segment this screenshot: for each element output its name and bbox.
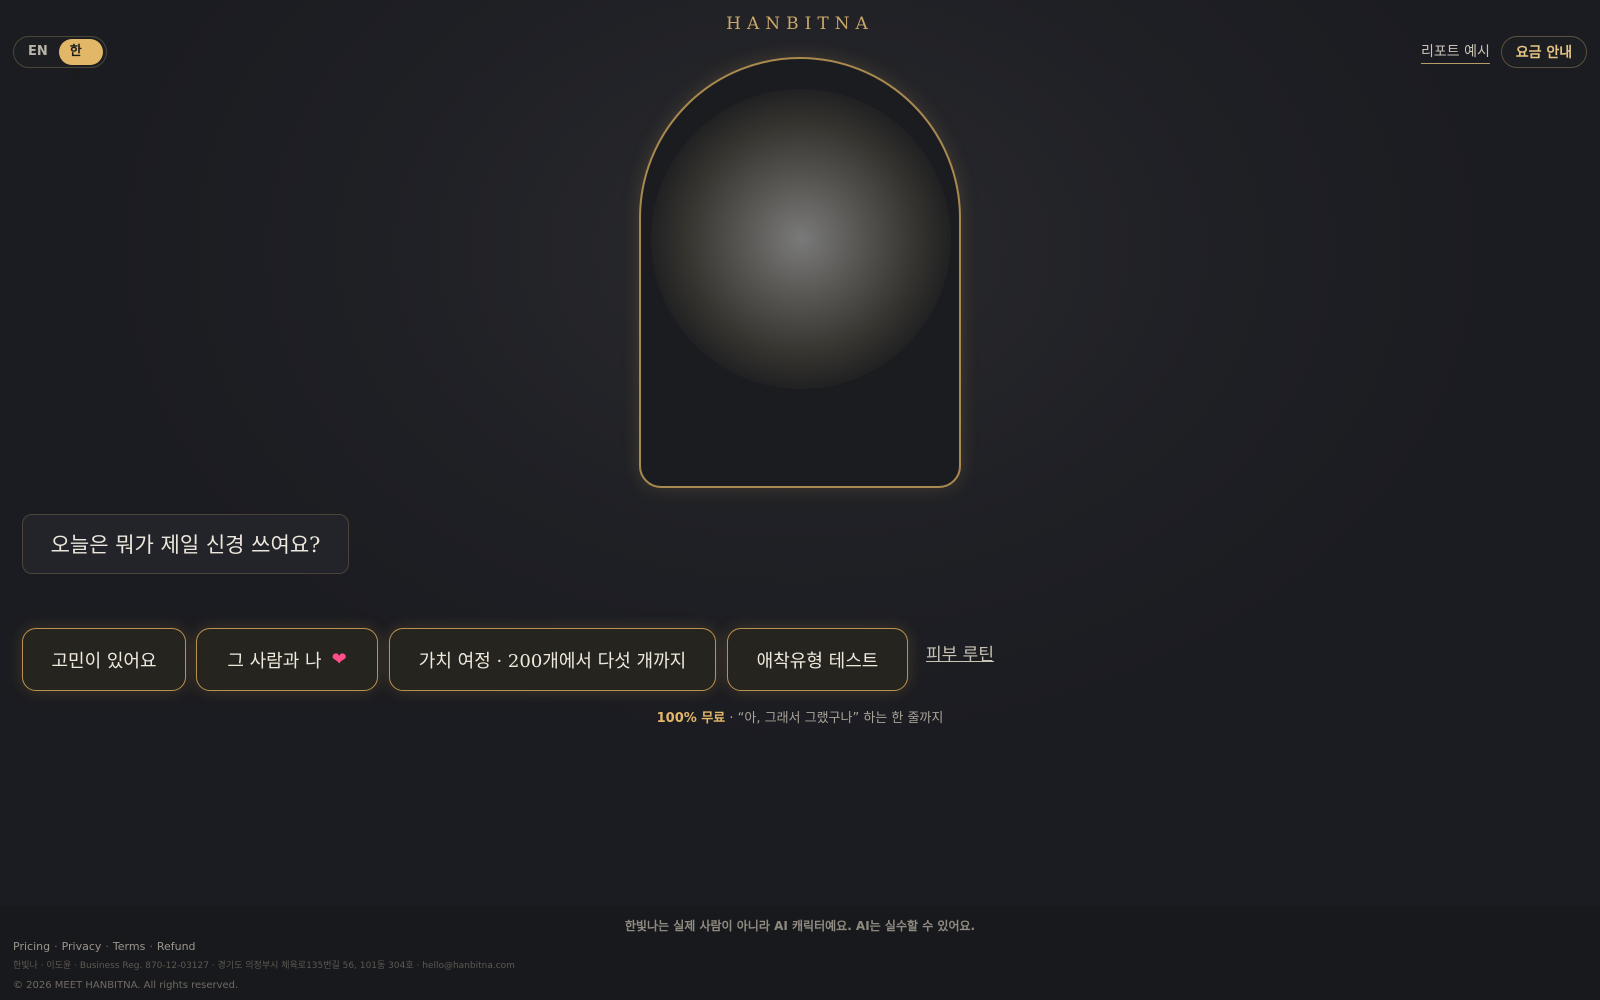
option-values-button[interactable]: 가치 여정 · 200개에서 다섯 개까지: [389, 628, 716, 691]
character-glow: [651, 89, 951, 389]
footer-link-refund[interactable]: Refund: [157, 940, 196, 953]
option-attachment-button[interactable]: 애착유형 테스트: [727, 628, 908, 691]
option-label: 애착유형 테스트: [756, 650, 879, 672]
ai-disclaimer: 한빛나는 실제 사람이 아니라 AI 캐릭터예요. AI는 실수할 수 있어요.: [624, 919, 976, 933]
footer-link-privacy[interactable]: Privacy: [62, 940, 102, 953]
option-label: 고민이 있어요: [51, 650, 157, 672]
tagline-text: · “아, 그래서 그랬구나” 하는 한 줄까지: [725, 711, 944, 726]
report-example-link[interactable]: 리포트 예시: [1421, 41, 1490, 64]
page: EN 한글 HANBITNA 리포트 예시 요금 안내 오늘은 뭐가 제일 신경…: [0, 0, 1600, 1000]
option-label: 그 사람과 나: [227, 650, 322, 672]
language-toggle[interactable]: EN 한글: [13, 36, 107, 85]
separator: ·: [149, 940, 153, 953]
heart-icon: ❤: [331, 649, 347, 670]
copyright: © 2026 MEET HANBITNA. All rights reserve…: [13, 980, 239, 991]
free-tagline: 100% 무료 · “아, 그래서 그랬구나” 하는 한 줄까지: [0, 707, 1600, 726]
footer-link-pricing[interactable]: Pricing: [13, 940, 50, 953]
character-portal: [639, 57, 961, 488]
brand-logo: HANBITNA: [726, 14, 874, 34]
footer-links: Pricing · Privacy · Terms · Refund: [13, 940, 196, 953]
question-bubble: 오늘은 뭐가 제일 신경 쓰여요?: [22, 514, 349, 574]
option-label: 가치 여정 · 200개에서 다섯 개까지: [418, 650, 687, 672]
option-relationship-button[interactable]: 그 사람과 나 ❤: [196, 628, 378, 691]
option-worry-button[interactable]: 고민이 있어요: [22, 628, 186, 691]
skin-routine-link[interactable]: 피부 루틴: [926, 640, 994, 665]
footer: 한빛나는 실제 사람이 아니라 AI 캐릭터예요. AI는 실수할 수 있어요.…: [0, 906, 1600, 1000]
lang-en-option[interactable]: EN: [17, 39, 59, 65]
separator: ·: [105, 940, 109, 953]
lang-ko-option[interactable]: 한글: [58, 39, 103, 85]
business-info: 한빛나 · 이도윤 · Business Reg. 870-12-03127 ·…: [13, 961, 515, 971]
footer-link-terms[interactable]: Terms: [113, 940, 145, 953]
free-badge: 100% 무료: [656, 711, 726, 726]
pricing-button[interactable]: 요금 안내: [1501, 36, 1587, 68]
separator: ·: [54, 940, 58, 953]
